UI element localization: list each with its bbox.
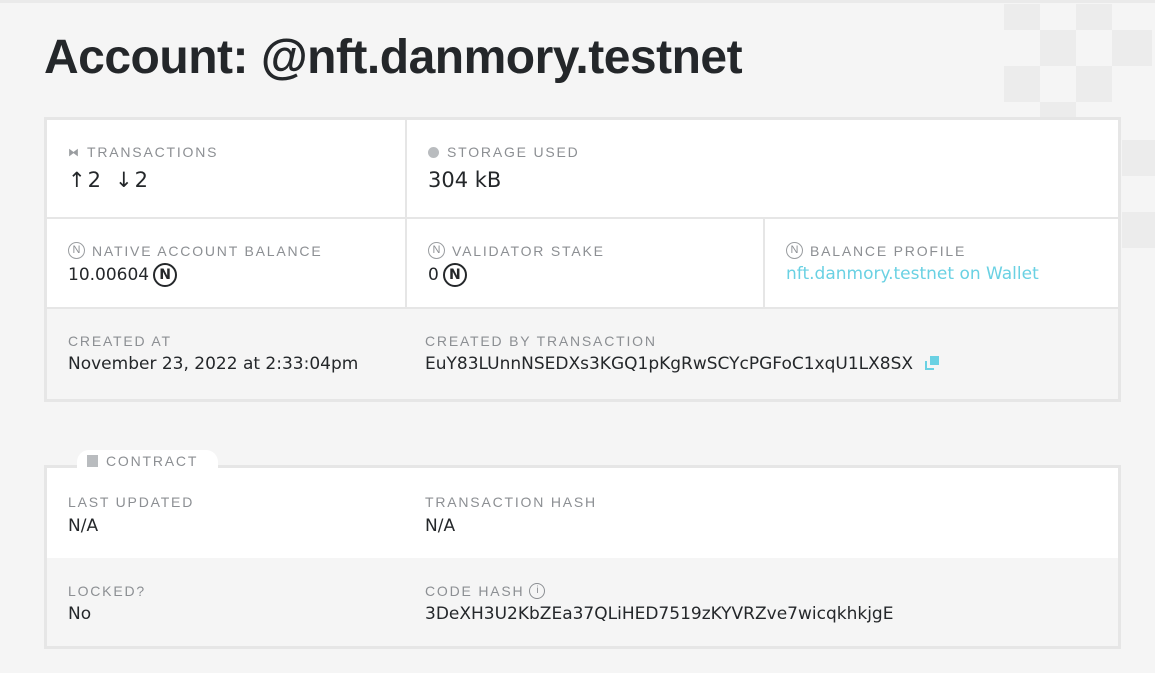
code-hash-label-text: CODE HASH xyxy=(425,583,525,599)
last-updated-value: N/A xyxy=(68,516,99,536)
page-title: Account: @nft.danmory.testnet xyxy=(44,31,743,84)
contract-card: LAST UPDATED N/A TRANSACTION HASH N/A LO… xyxy=(44,465,1121,649)
storage-used-label-text: STORAGE USED xyxy=(447,144,580,160)
transactions-label-text: TRANSACTIONS xyxy=(87,144,219,160)
transaction-hash-value: N/A xyxy=(425,516,456,536)
transactions-sent: 2 xyxy=(87,168,101,192)
pie-chart-icon xyxy=(428,146,439,158)
account-info-card: ⧓ TRANSACTIONS ↑ 2 ↓ 2 STORAGE USED 304 … xyxy=(44,117,1121,402)
contract-tab: CONTRACT xyxy=(77,450,218,472)
storage-used-cell: STORAGE USED 304 kB xyxy=(407,120,1118,219)
created-by-hash[interactable]: EuY83LUnnNSEDXs3KGQ1pKgRwSCYcPGFoC1xqU1L… xyxy=(425,354,913,374)
near-icon: N xyxy=(786,242,803,259)
transaction-hash-label: TRANSACTION HASH xyxy=(425,494,597,510)
contract-title: CONTRACT xyxy=(106,453,199,469)
native-balance-value: 10.00604 N xyxy=(68,263,178,287)
code-hash-value: 3DeXH3U2KbZEa37QLiHED7519zKYVRZve7wicqkh… xyxy=(425,604,894,624)
locked-value: No xyxy=(68,604,92,624)
storage-used-label: STORAGE USED xyxy=(428,144,580,160)
top-border xyxy=(0,0,1155,3)
arrow-up-icon: ↑ xyxy=(68,168,86,192)
contract-row-2: LOCKED? No CODE HASH i 3DeXH3U2KbZEa37QL… xyxy=(47,558,1118,646)
validator-stake-amount: 0 xyxy=(428,265,439,285)
transactions-label: ⧓ TRANSACTIONS xyxy=(68,144,218,160)
created-row: CREATED AT November 23, 2022 at 2:33:04p… xyxy=(47,309,1118,399)
native-balance-amount: 10.00604 xyxy=(68,265,150,285)
transactions-icon: ⧓ xyxy=(68,146,79,159)
wallet-profile-link[interactable]: nft.danmory.testnet on Wallet xyxy=(786,264,1039,284)
contract-row-1: LAST UPDATED N/A TRANSACTION HASH N/A xyxy=(47,468,1118,558)
created-by-value: EuY83LUnnNSEDXs3KGQ1pKgRwSCYcPGFoC1xqU1L… xyxy=(425,354,941,374)
near-icon: N xyxy=(68,242,85,259)
created-at-label: CREATED AT xyxy=(68,333,172,349)
info-icon[interactable]: i xyxy=(529,583,546,599)
native-balance-label: N NATIVE ACCOUNT BALANCE xyxy=(68,242,322,259)
balance-profile-label: N BALANCE PROFILE xyxy=(786,242,966,259)
arrow-down-icon: ↓ xyxy=(114,168,133,192)
validator-stake-value: 0 N xyxy=(428,263,467,287)
balance-profile-cell: N BALANCE PROFILE nft.danmory.testnet on… xyxy=(765,219,1118,307)
validator-stake-label: N VALIDATOR STAKE xyxy=(428,242,605,259)
transactions-value: ↑ 2 ↓ 2 xyxy=(68,168,148,192)
last-updated-label: LAST UPDATED xyxy=(68,494,195,510)
validator-stake-cell: N VALIDATOR STAKE 0 N xyxy=(407,219,763,307)
copy-icon[interactable] xyxy=(925,356,941,372)
transactions-cell: ⧓ TRANSACTIONS ↑ 2 ↓ 2 xyxy=(47,120,405,219)
validator-stake-label-text: VALIDATOR STAKE xyxy=(452,242,605,259)
near-icon: N xyxy=(153,263,178,287)
balance-profile-label-text: BALANCE PROFILE xyxy=(810,242,967,259)
native-balance-label-text: NATIVE ACCOUNT BALANCE xyxy=(92,242,323,259)
near-icon: N xyxy=(442,263,467,287)
native-balance-cell: N NATIVE ACCOUNT BALANCE 10.00604 N xyxy=(47,219,405,307)
storage-used-value: 304 kB xyxy=(428,168,502,192)
created-by-label: CREATED BY TRANSACTION xyxy=(425,333,657,349)
code-hash-label: CODE HASH i xyxy=(425,583,546,599)
near-icon: N xyxy=(428,242,445,259)
created-at-value: November 23, 2022 at 2:33:04pm xyxy=(68,354,359,374)
transactions-received: 2 xyxy=(134,168,148,192)
locked-label: LOCKED? xyxy=(68,583,146,599)
contract-icon xyxy=(87,455,98,467)
